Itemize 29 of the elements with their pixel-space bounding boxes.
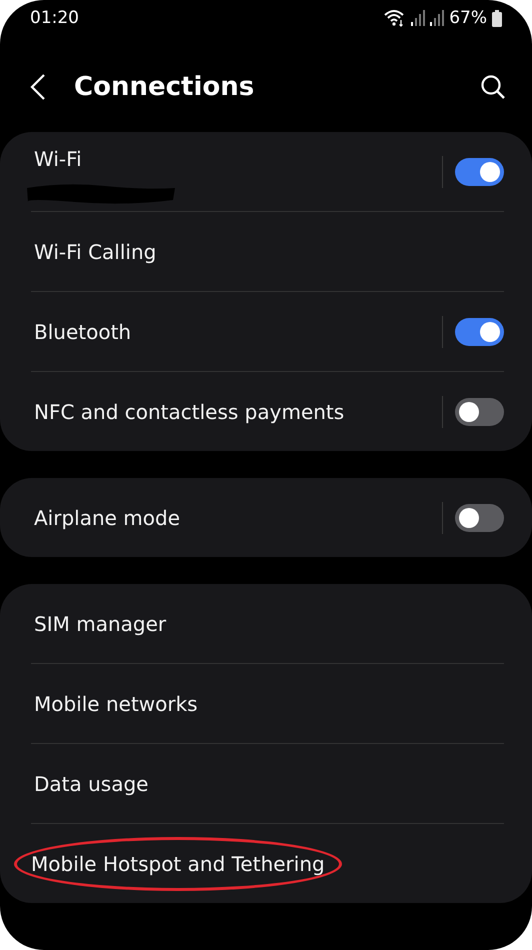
settings-item[interactable]: NFC and contactless payments — [14, 372, 504, 451]
toggle-switch[interactable] — [455, 158, 504, 186]
settings-item[interactable]: Wi-Fi — [14, 132, 504, 211]
settings-item[interactable]: Wi-Fi Calling — [14, 212, 504, 291]
setting-label: Mobile Hotspot and Tethering — [14, 836, 342, 890]
battery-percent: 67% — [449, 8, 487, 28]
toggle-switch[interactable] — [455, 398, 504, 426]
setting-label: Wi-Fi Calling — [33, 238, 158, 266]
settings-item[interactable]: Airplane mode — [14, 478, 504, 557]
battery-icon — [492, 10, 502, 26]
setting-label: SIM manager — [33, 610, 168, 638]
setting-label: Wi-Fi — [33, 146, 83, 172]
setting-label: Bluetooth — [33, 318, 132, 346]
toggle-switch[interactable] — [455, 504, 504, 532]
settings-item[interactable]: Data usage — [14, 744, 504, 823]
settings-item[interactable]: Mobile Hotspot and Tethering — [14, 824, 504, 903]
setting-label: Airplane mode — [33, 504, 182, 532]
setting-label: Mobile networks — [33, 690, 199, 718]
settings-item[interactable]: SIM manager — [14, 584, 504, 663]
settings-item[interactable]: Mobile networks — [14, 664, 504, 743]
wifi-icon — [384, 9, 406, 27]
status-time: 01:20 — [30, 8, 79, 28]
signal-icon — [411, 10, 426, 26]
signal-icon — [430, 10, 444, 26]
setting-label: Data usage — [33, 770, 150, 798]
toggle-switch[interactable] — [455, 318, 504, 346]
page-title: Connections — [74, 72, 256, 102]
setting-label: NFC and contactless payments — [33, 398, 346, 426]
settings-item[interactable]: Bluetooth — [14, 292, 504, 371]
